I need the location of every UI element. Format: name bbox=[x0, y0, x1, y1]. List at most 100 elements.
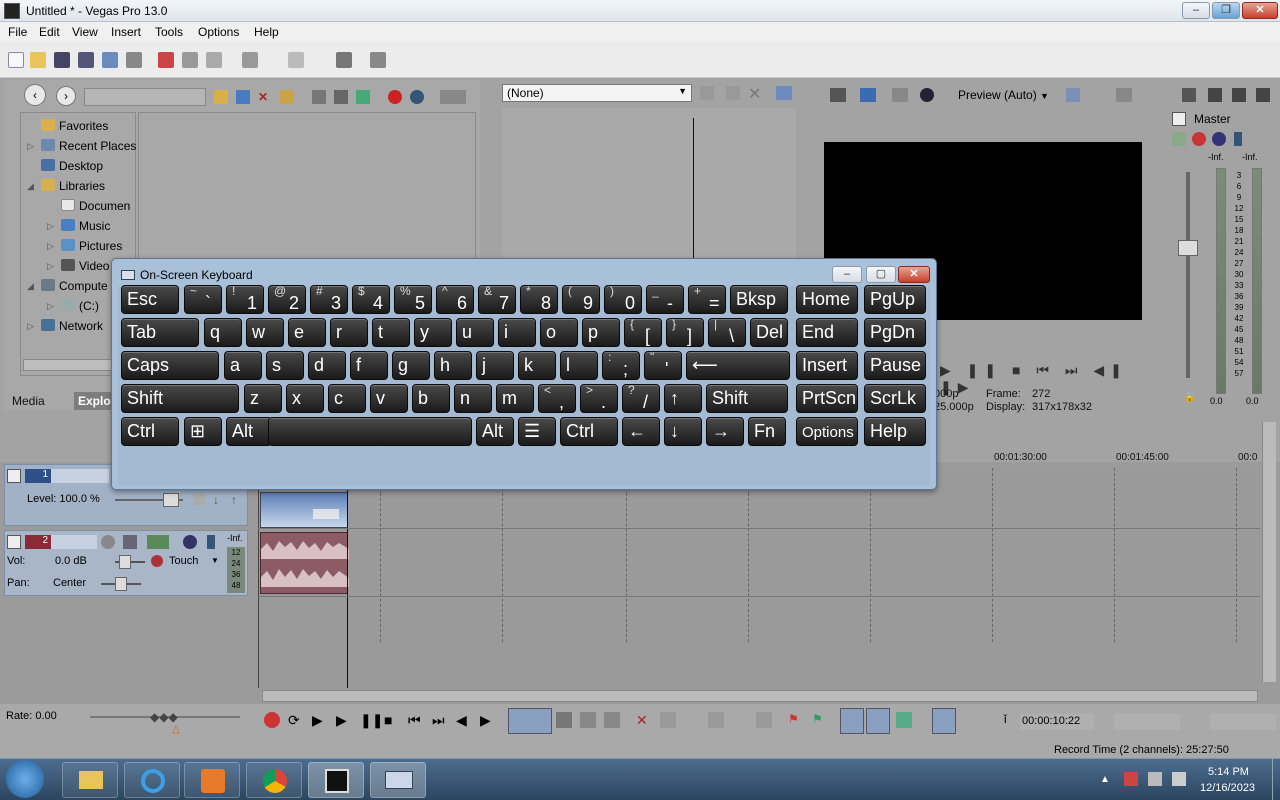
key-r3-4[interactable]: v bbox=[370, 384, 408, 413]
properties-icon[interactable] bbox=[126, 52, 142, 68]
key-r3-1[interactable]: z bbox=[244, 384, 282, 413]
key-9[interactable]: (9 bbox=[562, 285, 600, 314]
key-r1-3[interactable]: e bbox=[288, 318, 326, 347]
trim-icon[interactable] bbox=[660, 712, 676, 728]
key-r2-11[interactable]: " ' bbox=[644, 351, 682, 380]
stop-icon[interactable] bbox=[334, 90, 348, 104]
key-r2-10[interactable]: :; bbox=[602, 351, 640, 380]
undo-icon[interactable] bbox=[242, 52, 258, 68]
expand-arrow-icon[interactable]: ▷ bbox=[47, 221, 54, 232]
ie-taskbar-button[interactable] bbox=[124, 762, 180, 798]
menu-insert[interactable]: Insert bbox=[111, 25, 141, 39]
key-r2-2[interactable]: s bbox=[266, 351, 304, 380]
vegas-app-icon[interactable] bbox=[4, 3, 20, 19]
tree-favorites[interactable]: Favorites bbox=[41, 119, 108, 133]
key-r2-1[interactable]: a bbox=[224, 351, 262, 380]
overlays-icon[interactable] bbox=[1066, 88, 1080, 102]
track-minimize-icon[interactable] bbox=[7, 535, 21, 549]
master-lock-icon[interactable]: 🔒 bbox=[1184, 392, 1195, 403]
chevron-down-icon[interactable]: ▼ bbox=[211, 556, 219, 565]
tree-network[interactable]: Network bbox=[41, 319, 103, 333]
master-fx-icon[interactable] bbox=[1172, 132, 1186, 146]
menu-options[interactable]: Options bbox=[198, 25, 239, 39]
new-icon[interactable] bbox=[8, 52, 24, 68]
key-r3-13[interactable]: PrtScn bbox=[796, 384, 858, 413]
osk-minimize-button[interactable]: – bbox=[832, 266, 862, 283]
tree-computer[interactable]: Compute bbox=[41, 279, 108, 293]
key-r1-16[interactable]: PgDn bbox=[864, 318, 926, 347]
audio-track-name[interactable] bbox=[51, 535, 97, 549]
key-r3-10[interactable]: ? / bbox=[622, 384, 660, 413]
key-4[interactable]: $4 bbox=[352, 285, 390, 314]
key-pgup[interactable]: PgUp bbox=[864, 285, 926, 314]
refresh-icon[interactable] bbox=[236, 90, 250, 104]
preview-quality-dropdown[interactable]: Preview (Auto) ▼ bbox=[958, 88, 1049, 102]
previous-frame-icon[interactable]: ◀ bbox=[456, 712, 472, 728]
rate-slider-thumb[interactable]: ◆◆◆ bbox=[150, 710, 178, 724]
tree-desktop[interactable]: Desktop bbox=[41, 159, 103, 173]
key-r3-5[interactable]: b bbox=[412, 384, 450, 413]
render-icon[interactable] bbox=[102, 52, 118, 68]
automation-mode[interactable]: Touch bbox=[169, 555, 198, 567]
key-r3-2[interactable]: x bbox=[286, 384, 324, 413]
delete-icon[interactable]: ✕ bbox=[258, 90, 272, 104]
expand-arrow-icon[interactable]: ▷ bbox=[27, 321, 34, 332]
key-r1-7[interactable]: u bbox=[456, 318, 494, 347]
key-r1-13[interactable]: | \ bbox=[708, 318, 746, 347]
key-r4-4[interactable]: Alt bbox=[476, 417, 514, 446]
tree-recent-places[interactable]: Recent Places bbox=[41, 139, 136, 153]
key-r2-4[interactable]: f bbox=[350, 351, 388, 380]
invert-phase-icon[interactable] bbox=[123, 535, 137, 549]
volume-icon[interactable] bbox=[1172, 772, 1186, 786]
audio-track-header[interactable]: 2 -Inf. Vol: 0.0 dB Touch ▼ Pan: Center … bbox=[4, 530, 248, 596]
key-r4-10[interactable]: Fn bbox=[748, 417, 786, 446]
key-r1-9[interactable]: o bbox=[540, 318, 578, 347]
collapse-arrow-icon[interactable]: ◢ bbox=[27, 281, 34, 292]
key-r3-6[interactable]: n bbox=[454, 384, 492, 413]
lock-envelopes-icon[interactable] bbox=[932, 708, 956, 734]
tree-pictures[interactable]: Pictures bbox=[61, 239, 122, 253]
key-r3-9[interactable]: >. bbox=[580, 384, 618, 413]
key-r4-11[interactable]: Options bbox=[796, 417, 858, 446]
restore-button[interactable]: ❐ bbox=[1212, 2, 1240, 19]
downmix-icon[interactable] bbox=[1208, 88, 1222, 102]
key-r2-14[interactable]: Pause bbox=[864, 351, 926, 380]
mute-icon[interactable] bbox=[183, 535, 197, 549]
auto-ripple-icon[interactable] bbox=[840, 708, 864, 734]
trimmer-clear-icon[interactable]: ✕ bbox=[748, 84, 761, 104]
clock-time[interactable]: 5:14 PM bbox=[1208, 766, 1249, 778]
minimize-button[interactable]: – bbox=[1182, 2, 1210, 19]
automation-gear-icon[interactable] bbox=[151, 555, 163, 567]
mixer-icon[interactable] bbox=[1182, 88, 1196, 102]
key-r2-3[interactable]: d bbox=[308, 351, 346, 380]
whats-this-icon[interactable] bbox=[370, 52, 386, 68]
split-icon[interactable] bbox=[708, 712, 724, 728]
key-backspace[interactable]: Bksp bbox=[730, 285, 788, 314]
down-arrow-icon[interactable]: ↓ bbox=[213, 493, 219, 507]
key-r3-8[interactable]: <, bbox=[538, 384, 576, 413]
compositing-icon[interactable] bbox=[193, 493, 205, 505]
show-hidden-icons[interactable]: ▲ bbox=[1100, 774, 1110, 785]
key-r1-5[interactable]: t bbox=[372, 318, 410, 347]
tree-c-drive[interactable]: (C:) bbox=[61, 299, 99, 313]
chrome-taskbar-button[interactable] bbox=[246, 762, 302, 798]
osk-taskbar-button[interactable] bbox=[370, 762, 426, 798]
key-r3-7[interactable]: m bbox=[496, 384, 534, 413]
key-home[interactable]: Home bbox=[796, 285, 858, 314]
collapse-arrow-icon[interactable]: ◢ bbox=[27, 181, 34, 192]
key-6[interactable]: ^ 6 bbox=[436, 285, 474, 314]
key-r4-6[interactable]: Ctrl bbox=[560, 417, 618, 446]
key-r2-0[interactable]: Caps bbox=[121, 351, 219, 380]
save-as-icon[interactable] bbox=[78, 52, 94, 68]
key-r1-12[interactable]: }] bbox=[666, 318, 704, 347]
key-r4-3[interactable] bbox=[268, 417, 472, 446]
favorites-icon[interactable] bbox=[388, 90, 402, 104]
edit-tool-icon[interactable] bbox=[336, 52, 352, 68]
split-screen-icon[interactable] bbox=[920, 88, 934, 102]
master-mute-icon[interactable] bbox=[1212, 132, 1226, 146]
solo-icon[interactable] bbox=[207, 535, 215, 549]
key-r1-8[interactable]: i bbox=[498, 318, 536, 347]
key-r1-0[interactable]: Tab bbox=[121, 318, 199, 347]
record-button[interactable] bbox=[264, 712, 280, 728]
menu-file[interactable]: File bbox=[8, 25, 27, 39]
